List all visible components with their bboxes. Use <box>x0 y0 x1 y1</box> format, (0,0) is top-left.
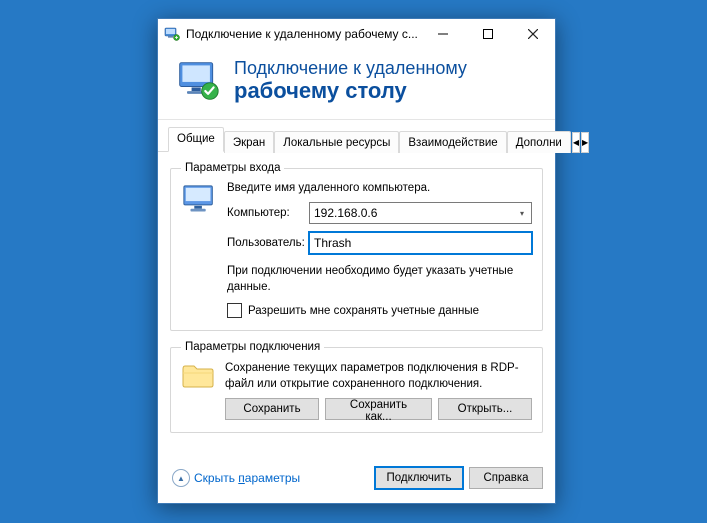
tab-display[interactable]: Экран <box>224 131 274 153</box>
close-button[interactable] <box>510 19 555 49</box>
maximize-button[interactable] <box>465 19 510 49</box>
save-button[interactable]: Сохранить <box>225 398 319 420</box>
hide-options-link[interactable]: ▲ Скрыть параметры <box>172 469 300 487</box>
banner: Подключение к удаленному рабочему столу <box>158 49 555 120</box>
save-credentials-checkbox-row[interactable]: Разрешить мне сохранять учетные данные <box>227 303 532 318</box>
hide-options-text: Скрыть параметры <box>194 471 300 485</box>
tab-experience[interactable]: Взаимодействие <box>399 131 506 153</box>
connect-button[interactable]: Подключить <box>375 467 463 489</box>
monitor-icon <box>176 59 220 103</box>
credentials-note: При подключении необходимо будет указать… <box>227 264 532 295</box>
save-credentials-label: Разрешить мне сохранять учетные данные <box>248 305 479 317</box>
tab-general[interactable]: Общие <box>168 127 224 152</box>
tab-body: Параметры входа Введите имя удаленного к… <box>158 152 555 457</box>
open-button[interactable]: Открыть... <box>438 398 532 420</box>
user-label: Пользователь: <box>227 237 309 249</box>
computer-combobox[interactable] <box>309 202 532 224</box>
folder-icon <box>181 361 215 391</box>
banner-line2: рабочему столу <box>234 79 467 103</box>
tab-scroll-left[interactable]: ◀ <box>572 132 580 153</box>
computer-label: Компьютер: <box>227 207 309 219</box>
titlebar[interactable]: Подключение к удаленному рабочему с... <box>158 19 555 49</box>
banner-line1: Подключение к удаленному <box>234 59 467 79</box>
banner-text: Подключение к удаленному рабочему столу <box>234 59 467 103</box>
tab-additional[interactable]: Дополни <box>507 131 571 153</box>
login-intro: Введите имя удаленного компьютера. <box>227 182 532 194</box>
chevron-down-icon: ▾ <box>520 209 524 218</box>
tab-local-resources[interactable]: Локальные ресурсы <box>274 131 399 153</box>
computer-dropdown-button[interactable]: ▾ <box>513 203 531 223</box>
footer: ▲ Скрыть параметры Подключить Справка <box>158 457 555 503</box>
login-legend: Параметры входа <box>181 162 284 174</box>
titlebar-text: Подключение к удаленному рабочему с... <box>186 27 420 41</box>
rdp-window: Подключение к удаленному рабочему с... П… <box>157 18 556 504</box>
rdp-icon <box>164 26 180 42</box>
login-fieldset: Параметры входа Введите имя удаленного к… <box>170 162 543 331</box>
connection-fieldset: Параметры подключения Сохранение текущих… <box>170 341 543 433</box>
desktop-icon <box>181 184 219 220</box>
minimize-button[interactable] <box>420 19 465 49</box>
connection-legend: Параметры подключения <box>181 341 324 353</box>
collapse-icon: ▲ <box>172 469 190 487</box>
help-button[interactable]: Справка <box>469 467 543 489</box>
save-credentials-checkbox[interactable] <box>227 303 242 318</box>
connection-text: Сохранение текущих параметров подключени… <box>225 361 532 392</box>
username-input[interactable] <box>309 232 532 254</box>
save-as-button[interactable]: Сохранить как... <box>325 398 432 420</box>
tab-scroll-right[interactable]: ▶ <box>581 132 589 153</box>
tabstrip: Общие Экран Локальные ресурсы Взаимодейс… <box>158 120 555 152</box>
